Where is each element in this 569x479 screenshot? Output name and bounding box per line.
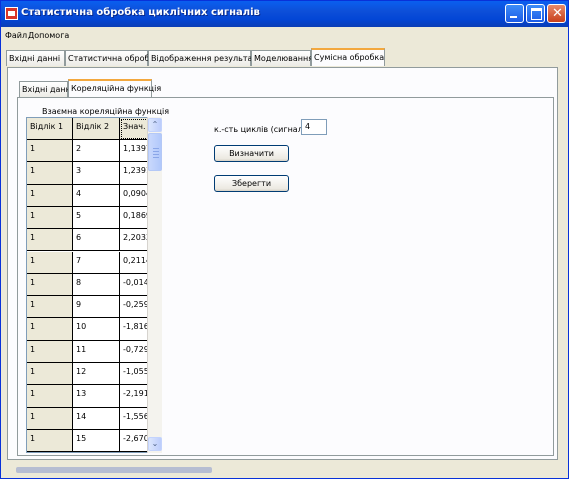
grid-cell[interactable]: 14	[73, 407, 120, 430]
grid-cell[interactable]: 1	[27, 318, 73, 341]
horizontal-scroll-thumb[interactable]	[16, 467, 212, 473]
grid-cell[interactable]: 9	[73, 296, 120, 319]
grid-cell[interactable]: 7	[73, 251, 120, 274]
cycles-input[interactable]: 4	[301, 119, 327, 135]
scroll-thumb[interactable]	[148, 133, 162, 171]
close-icon: ✕	[552, 6, 563, 21]
close-button[interactable]: ✕	[547, 4, 566, 23]
grid-cell[interactable]: 1	[27, 229, 73, 252]
grid-cell[interactable]: 1	[27, 385, 73, 408]
grid-cell[interactable]: 12	[73, 363, 120, 386]
determine-button[interactable]: Визначити	[214, 145, 289, 162]
grid-cell[interactable]: 10	[73, 318, 120, 341]
minimize-button[interactable]	[505, 4, 524, 23]
grid-header-cell[interactable]: Відлік 2	[73, 118, 120, 140]
grid-cell[interactable]: 2	[73, 140, 120, 163]
grid-cell[interactable]: 1	[27, 273, 73, 297]
tab-joint-processing[interactable]: Сумісна обробка	[311, 48, 385, 66]
grid-cell[interactable]: 1	[27, 206, 73, 230]
subtab-correlation-function[interactable]: Кореляційна функція	[68, 79, 161, 97]
chevron-up-icon: ⌃	[151, 120, 159, 129]
grid-cell[interactable]: 11	[73, 340, 120, 363]
save-button[interactable]: Зберегти	[214, 175, 289, 192]
grid-cell[interactable]: 5	[73, 206, 120, 230]
window-title: Статистична обробка циклічних сигналів	[21, 7, 260, 18]
tab-modeling[interactable]: Моделювання	[251, 50, 313, 66]
app-icon[interactable]	[5, 7, 18, 20]
grid-vertical-scrollbar[interactable]: ⌃ ⌄	[147, 117, 162, 453]
grid-cell[interactable]: 1	[27, 251, 73, 274]
maximize-button[interactable]	[526, 4, 545, 23]
grid-cell[interactable]: 13	[73, 385, 120, 408]
grid-cell[interactable]: 15	[73, 429, 120, 452]
correlation-grid[interactable]: Відлік 1Відлік 2Знач. К.ф.121,1397333331…	[26, 117, 162, 453]
grid-cell[interactable]: 1	[27, 296, 73, 319]
grid-cell[interactable]: 1	[27, 184, 73, 207]
tab-input-data[interactable]: Вхідні данні	[6, 50, 65, 66]
grid-cell[interactable]: 6	[73, 229, 120, 252]
tab-statistical-processing[interactable]: Статистична обробка	[65, 50, 159, 66]
scroll-down-button[interactable]: ⌄	[148, 437, 162, 451]
chevron-down-icon: ⌄	[151, 439, 159, 448]
scroll-up-button[interactable]: ⌃	[148, 118, 162, 132]
grid-cell[interactable]: 1	[27, 407, 73, 430]
grid-cell[interactable]: 1	[27, 340, 73, 363]
grid-cell[interactable]: 1	[27, 162, 73, 185]
grid-cell[interactable]: 8	[73, 273, 120, 297]
menu-bar: Файл Допомога	[1, 28, 568, 44]
title-bar[interactable]: Статистична обробка циклічних сигналів ✕	[1, 1, 568, 27]
grid-header-cell[interactable]: Відлік 1	[27, 118, 73, 140]
subtab-input-data[interactable]: Вхідні данні	[19, 81, 73, 97]
menu-file[interactable]: Файл	[5, 31, 27, 40]
grid-cell[interactable]: 1	[27, 363, 73, 386]
tab-results-display[interactable]: Відображення результатів	[148, 50, 264, 66]
grid-cell[interactable]: 1	[27, 140, 73, 163]
menu-help[interactable]: Допомога	[28, 31, 69, 40]
grid-cell[interactable]: 1	[27, 429, 73, 452]
grid-caption: Взаємна кореляційна функція	[42, 107, 170, 116]
grid-cell[interactable]: 4	[73, 184, 120, 207]
grid-cell[interactable]: 3	[73, 162, 120, 185]
